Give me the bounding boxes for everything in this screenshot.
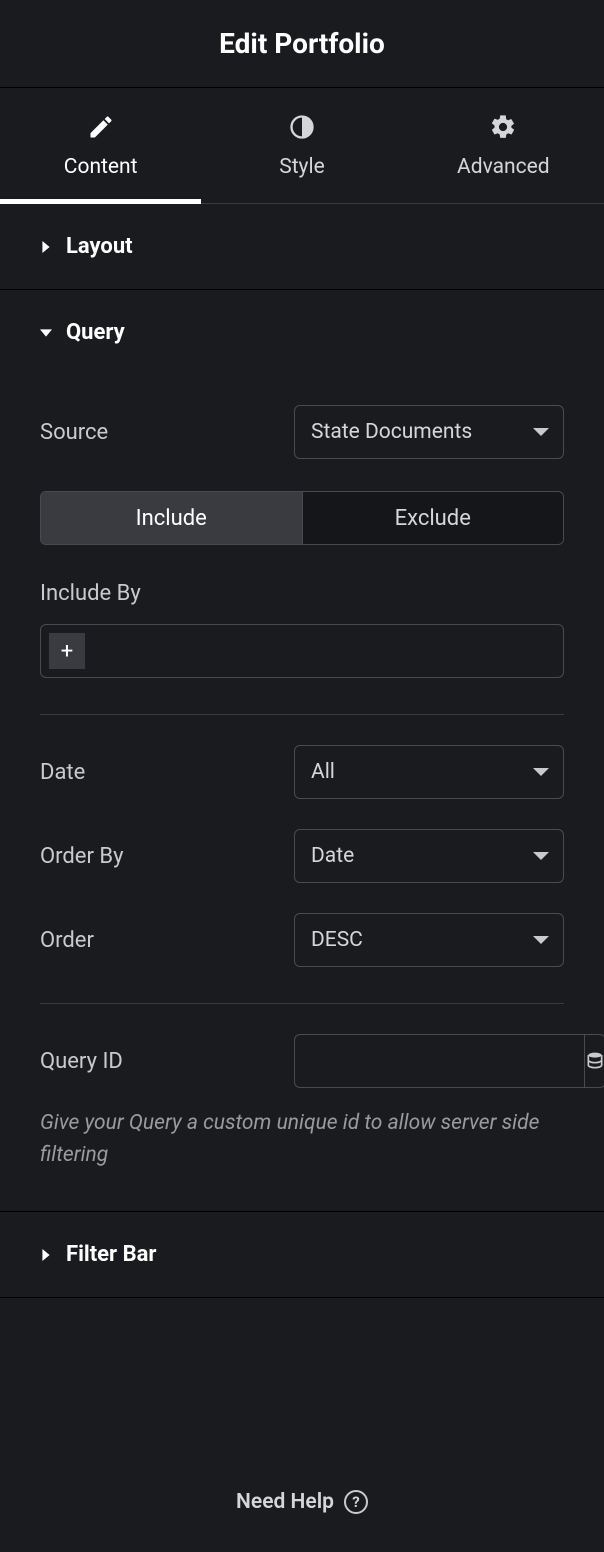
source-label: Source (40, 420, 294, 445)
caret-right-icon (40, 1249, 52, 1261)
section-layout-header[interactable]: Layout (0, 204, 604, 289)
add-chip-button[interactable]: + (49, 633, 85, 669)
orderby-select[interactable]: Date (294, 829, 564, 883)
tab-content[interactable]: Content (0, 88, 201, 203)
caret-down-icon (40, 327, 52, 339)
tab-label: Style (279, 155, 325, 179)
help-icon: ? (344, 1490, 368, 1514)
caret-right-icon (40, 241, 52, 253)
order-label: Order (40, 928, 294, 953)
toggle-label: Include (136, 506, 207, 531)
tab-label: Advanced (457, 155, 550, 179)
row-date: Date All (40, 745, 564, 799)
pencil-icon (87, 113, 115, 141)
tab-advanced[interactable]: Advanced (403, 88, 604, 203)
row-source: Source State Documents (40, 405, 564, 459)
tab-style[interactable]: Style (201, 88, 402, 203)
chevron-down-icon (533, 428, 549, 436)
row-queryid: Query ID (40, 1034, 564, 1088)
section-title: Query (66, 320, 125, 345)
panel-title: Edit Portfolio (219, 27, 385, 60)
select-value: Date (311, 844, 354, 868)
include-by-input[interactable]: + (40, 624, 564, 678)
chevron-down-icon (533, 768, 549, 776)
gear-icon (489, 113, 517, 141)
queryid-helper: Give your Query a custom unique id to al… (40, 1108, 564, 1171)
toggle-exclude[interactable]: Exclude (302, 492, 564, 544)
toggle-include[interactable]: Include (41, 492, 302, 544)
date-label: Date (40, 760, 294, 785)
order-select[interactable]: DESC (294, 913, 564, 967)
tabs: Content Style Advanced (0, 88, 604, 204)
divider (40, 714, 564, 715)
chevron-down-icon (533, 936, 549, 944)
toggle-label: Exclude (395, 506, 471, 531)
select-value: State Documents (311, 420, 472, 444)
section-title: Filter Bar (66, 1242, 156, 1267)
chevron-down-icon (533, 852, 549, 860)
select-value: DESC (311, 928, 363, 952)
section-query-body: Source State Documents Include Exclude I… (0, 405, 604, 1211)
section-query-header[interactable]: Query (0, 290, 604, 375)
select-value: All (311, 760, 335, 784)
help-label: Need Help (236, 1490, 334, 1514)
row-order: Order DESC (40, 913, 564, 967)
include-exclude-toggle: Include Exclude (40, 491, 564, 545)
queryid-label: Query ID (40, 1049, 294, 1074)
need-help-link[interactable]: Need Help ? (0, 1490, 604, 1514)
date-select[interactable]: All (294, 745, 564, 799)
queryid-dynamic-button[interactable] (584, 1034, 604, 1088)
contrast-icon (288, 113, 316, 141)
section-title: Layout (66, 234, 133, 259)
section-filterbar: Filter Bar (0, 1211, 604, 1298)
queryid-input[interactable] (294, 1034, 584, 1088)
plus-icon: + (61, 639, 73, 664)
panel-header: Edit Portfolio (0, 0, 604, 88)
section-query: Query Source State Documents Include Exc… (0, 290, 604, 1212)
source-select[interactable]: State Documents (294, 405, 564, 459)
divider (40, 1003, 564, 1004)
row-orderby: Order By Date (40, 829, 564, 883)
include-by-label: Include By (40, 581, 564, 606)
database-icon (585, 1051, 604, 1071)
queryid-control (294, 1034, 564, 1088)
section-layout: Layout (0, 204, 604, 290)
section-filterbar-header[interactable]: Filter Bar (0, 1212, 604, 1297)
orderby-label: Order By (40, 844, 294, 869)
tab-label: Content (64, 155, 138, 179)
